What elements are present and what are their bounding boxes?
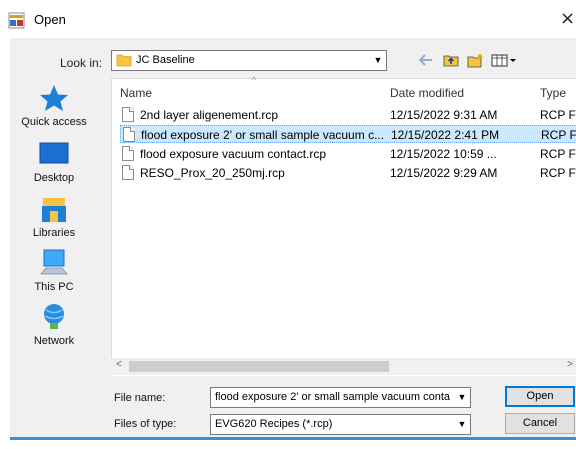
desktop-icon [37, 138, 71, 170]
place-label: Desktop [33, 172, 75, 184]
horizontal-scrollbar[interactable]: < > [111, 358, 576, 375]
libraries-icon [37, 193, 71, 225]
file-row[interactable]: flood exposure vacuum contact.rcp 12/15/… [120, 145, 576, 163]
file-icon [123, 127, 135, 142]
place-label: Network [33, 335, 75, 347]
scroll-right-arrow[interactable]: > [567, 359, 573, 370]
sort-caret-icon: ^ [252, 75, 257, 85]
title-bar: Open × [0, 0, 576, 38]
place-label: Libraries [32, 227, 76, 239]
file-row-selected[interactable]: flood exposure 2' or small sample vacuum… [120, 125, 576, 143]
look-in-value: JC Baseline [136, 54, 195, 66]
file-name: RESO_Prox_20_250mj.rcp [140, 166, 285, 180]
computer-icon [37, 247, 71, 279]
app-icon [8, 12, 25, 29]
file-type-select[interactable]: EVG620 Recipes (*.rcp) ▼ [210, 414, 471, 435]
network-icon [37, 301, 71, 333]
place-desktop[interactable]: Desktop [8, 138, 100, 184]
place-quick-access[interactable]: Quick access [8, 82, 100, 128]
look-in-label: Look in: [60, 56, 103, 70]
column-header-date[interactable]: Date modified [390, 86, 464, 100]
open-dialog: Open × Look in: JC Baseline ▼ Quick acce… [0, 0, 576, 449]
cancel-button[interactable]: Cancel [505, 413, 575, 434]
file-name-label: File name: [114, 392, 166, 404]
chevron-down-icon[interactable]: ▼ [455, 389, 469, 404]
chevron-down-icon[interactable]: ▼ [371, 52, 385, 67]
place-label: Quick access [21, 116, 87, 128]
file-name-value: flood exposure 2' or small sample vacuum… [215, 391, 451, 403]
file-date: 12/15/2022 9:31 AM [390, 108, 498, 122]
back-arrow-icon[interactable] [418, 51, 434, 69]
look-in-combo[interactable]: JC Baseline ▼ [111, 50, 387, 71]
open-button[interactable]: Open [505, 386, 575, 407]
column-header-type[interactable]: Type [540, 86, 566, 100]
folder-icon [116, 54, 132, 67]
file-name-input[interactable]: flood exposure 2' or small sample vacuum… [210, 387, 471, 408]
view-menu-icon[interactable] [490, 51, 518, 69]
file-name: flood exposure 2' or small sample vacuum… [141, 128, 385, 142]
place-libraries[interactable]: Libraries [8, 193, 100, 239]
scroll-left-arrow[interactable]: < [116, 359, 122, 370]
file-date: 12/15/2022 9:29 AM [390, 166, 498, 180]
file-type-value: EVG620 Recipes (*.rcp) [215, 418, 333, 430]
place-this-pc[interactable]: This PC [8, 247, 100, 293]
scrollbar-thumb[interactable] [129, 361, 389, 372]
file-type: RCP File [540, 108, 576, 122]
window-title: Open [34, 12, 66, 27]
file-date: 12/15/2022 2:41 PM [391, 128, 500, 142]
file-list[interactable]: Name ^ Date modified Type 2nd layer alig… [111, 75, 576, 376]
file-row[interactable]: 2nd layer aligenement.rcp 12/15/2022 9:3… [120, 106, 576, 124]
star-icon [37, 82, 71, 114]
file-icon [122, 146, 134, 161]
file-name: 2nd layer aligenement.rcp [140, 108, 279, 122]
new-folder-icon[interactable] [466, 51, 484, 69]
chevron-down-icon[interactable]: ▼ [455, 416, 469, 431]
close-button[interactable]: × [560, 8, 575, 29]
file-row[interactable]: RESO_Prox_20_250mj.rcp 12/15/2022 9:29 A… [120, 164, 576, 182]
place-label: This PC [34, 281, 74, 293]
file-type: RCP File [540, 147, 576, 161]
file-type: RCP File [541, 128, 576, 142]
file-type-label: Files of type: [114, 418, 177, 430]
place-network[interactable]: Network [8, 301, 100, 347]
file-icon [122, 165, 134, 180]
file-name: flood exposure vacuum contact.rcp [140, 147, 327, 161]
file-icon [122, 107, 134, 122]
column-header-name[interactable]: Name [120, 86, 152, 100]
file-date: 12/15/2022 10:59 ... [390, 147, 497, 161]
up-folder-icon[interactable] [442, 51, 460, 69]
window-bottom-frame [10, 440, 576, 449]
file-type: RCP File [540, 166, 576, 180]
